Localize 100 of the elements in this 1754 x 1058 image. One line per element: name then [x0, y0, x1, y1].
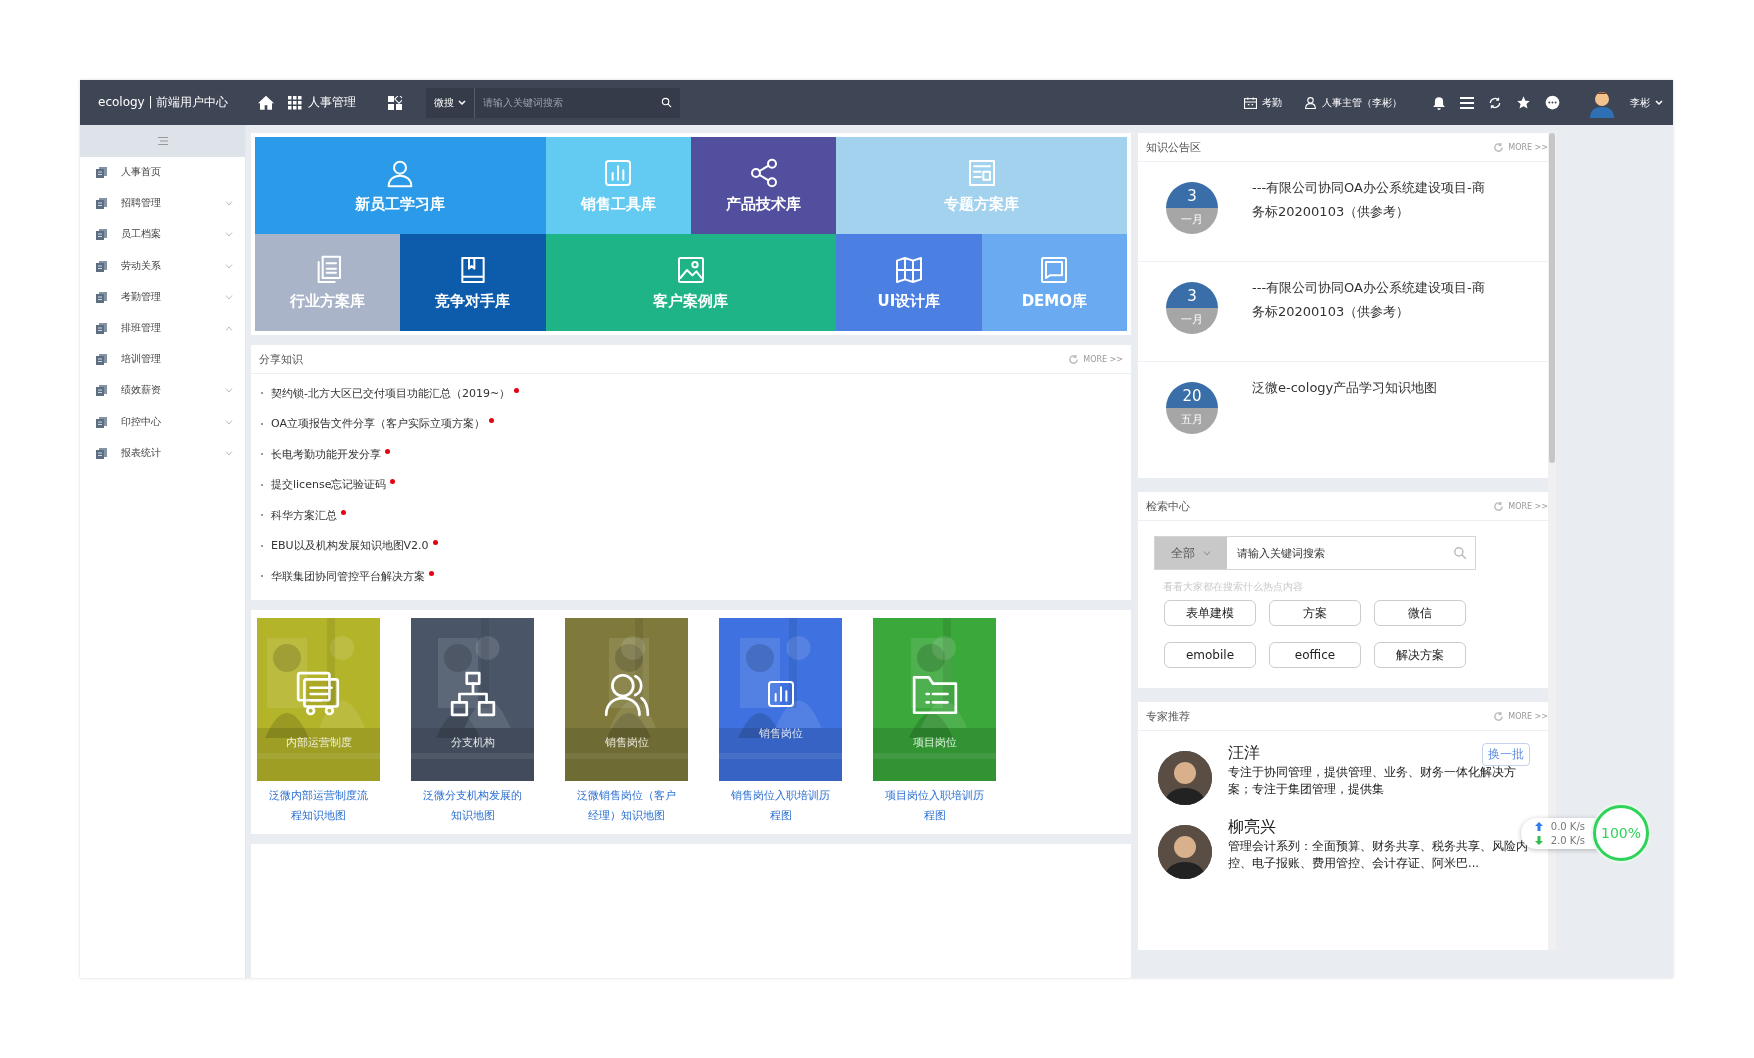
chevron-icon[interactable] [225, 294, 233, 300]
attendance-link[interactable]: 考勤 [1262, 95, 1282, 110]
apps-grid-icon[interactable] [288, 95, 303, 110]
upload-arrow-icon [1534, 821, 1543, 831]
document-icon [96, 354, 107, 366]
notice-link[interactable]: 泛微e-cology产品学习知识地图 [1252, 376, 1488, 441]
expert-name[interactable]: 汪洋 [1228, 743, 1260, 764]
knowledge-link[interactable]: 科华方案汇总 [271, 507, 337, 523]
document-icon [96, 198, 107, 210]
hot-search-tag[interactable]: 方案 [1269, 600, 1361, 626]
expert-name[interactable]: 柳亮兴 [1228, 817, 1276, 838]
search-bar[interactable]: 全部 请输入关键词搜索 [1154, 536, 1476, 570]
hot-search-tag[interactable]: 微信 [1374, 600, 1466, 626]
hot-search-tag[interactable]: 解决方案 [1374, 642, 1466, 668]
card-label: 销售岗位 [758, 725, 803, 741]
sidebar-item[interactable]: 排班管理 [80, 312, 245, 345]
upload-speed: 0.0 K/s [1550, 820, 1585, 832]
knowledge-link[interactable]: 契约锁-北方大区已交付项目功能汇总（2019~） [271, 385, 511, 401]
sidebar-item[interactable]: 考勤管理 [80, 281, 245, 313]
panel-title: 分享知识 [259, 351, 304, 367]
card-link[interactable]: 项目岗位入职培训历程图 [880, 785, 989, 826]
card-link[interactable]: 泛微销售岗位（客户经理）知识地图 [572, 785, 681, 826]
map-icon [893, 254, 925, 286]
scrollbar-thumb[interactable] [1549, 133, 1555, 463]
notice-link[interactable]: ---有限公司协同OA办公系统建设项目-商务标20200103（供参考） [1252, 176, 1488, 241]
chevron-icon[interactable] [225, 201, 233, 207]
star-icon[interactable] [1516, 95, 1531, 110]
notice-link[interactable]: ---有限公司协同OA办公系统建设项目-商务标20200103（供参考） [1252, 276, 1488, 341]
hot-search-tag[interactable]: emobile [1164, 642, 1256, 668]
search-scope-dropdown[interactable]: 微搜 [426, 87, 475, 118]
card-label: 项目岗位 [912, 734, 957, 750]
search-icon[interactable] [661, 97, 673, 108]
hot-search-tag[interactable]: 表单建模 [1164, 600, 1256, 626]
card-link[interactable]: 销售岗位入职培训历程图 [726, 785, 835, 826]
knowledge-map-card[interactable]: 项目岗位 [873, 617, 996, 781]
card-label: 分支机构 [450, 734, 495, 750]
role-label[interactable]: 人事主管（李彬） [1322, 95, 1402, 110]
scope-dropdown[interactable]: 全部 [1155, 537, 1227, 569]
menu-icon[interactable] [157, 137, 168, 145]
refresh-icon[interactable] [1068, 353, 1080, 365]
knowledge-link[interactable]: 提交license忘记验证码 [271, 477, 387, 493]
document-icon [96, 323, 107, 335]
expert-bio: 专注于协同管理，提供管理、业务、财务一体化解决方案；专注于集团管理，提供集 [1228, 764, 1517, 798]
card-link[interactable]: 泛微内部运营制度流程知识地图 [264, 785, 373, 826]
search-field[interactable]: 请输入关键词搜索 [474, 87, 662, 118]
user-icon[interactable] [1304, 96, 1317, 109]
chevron-icon[interactable] [225, 326, 233, 332]
avatar [1158, 825, 1212, 879]
chat-icon[interactable] [1545, 95, 1560, 110]
bell-icon[interactable] [1432, 95, 1446, 110]
document-icon [96, 385, 107, 397]
refresh-icon[interactable] [1493, 141, 1505, 153]
library-tile[interactable]: 产品技术库 [691, 137, 837, 234]
document-icon [96, 260, 107, 272]
knowledge-map-card[interactable]: 销售岗位 [565, 617, 688, 781]
avatar [1158, 751, 1212, 805]
panel-title: 检索中心 [1146, 498, 1191, 514]
library-tile[interactable]: UI设计库 [836, 234, 982, 331]
knowledge-link[interactable]: 华联集团协同管控平台解决方案 [271, 568, 425, 584]
module-name[interactable]: 人事管理 [308, 94, 357, 111]
download-speed: 2.0 K/s [1550, 834, 1585, 846]
refresh-icon[interactable] [1493, 710, 1505, 722]
document-icon [96, 447, 107, 459]
home-icon[interactable] [258, 95, 275, 110]
document-icon [96, 229, 107, 241]
library-tile[interactable]: 竞争对手库 [400, 234, 546, 331]
knowledge-map-card[interactable]: 销售岗位 [719, 617, 842, 781]
knowledge-link[interactable]: EBU以及机构发展知识地图V2.0 [271, 538, 429, 554]
chevron-icon[interactable] [225, 419, 233, 425]
sidebar-item[interactable]: 印控中心 [80, 406, 245, 438]
calendar-icon[interactable] [1244, 96, 1257, 109]
chevron-icon[interactable] [225, 263, 233, 269]
chevron-icon[interactable] [225, 388, 233, 394]
panel-title: 专家推荐 [1146, 708, 1191, 724]
document-icon [96, 291, 107, 303]
caret-icon[interactable] [1655, 99, 1663, 106]
sidebar-item[interactable]: 绩效薪资 [80, 375, 245, 407]
sidebar-item[interactable]: 人事首页 [80, 157, 245, 189]
chevron-icon[interactable] [225, 232, 233, 238]
image-icon [675, 254, 707, 286]
chevron-icon [1203, 550, 1211, 556]
refresh-icon[interactable] [1493, 500, 1505, 512]
card-link[interactable]: 泛微分支机构发展的知识地图 [418, 785, 527, 826]
knowledge-map-card[interactable]: 分支机构 [411, 617, 534, 781]
sidebar-item[interactable]: 员工档案 [80, 219, 245, 251]
knowledge-link[interactable]: OA立项报告文件分享（客户实际立项方案） [271, 416, 485, 432]
hot-search-tag[interactable]: eoffice [1269, 642, 1361, 668]
sidebar-item[interactable]: 劳动关系 [80, 250, 245, 282]
document-icon [96, 416, 107, 428]
knowledge-link[interactable]: 长电考勤功能开发分享 [271, 446, 381, 462]
refresh-batch-button[interactable]: 换一批 [1482, 743, 1530, 766]
sidebar-item[interactable]: 招聘管理 [80, 188, 245, 220]
list-icon[interactable] [1460, 96, 1474, 109]
download-arrow-icon [1534, 835, 1543, 845]
chevron-icon[interactable] [225, 450, 233, 456]
sidebar-item[interactable]: 报表统计 [80, 437, 245, 469]
sync-icon[interactable] [1488, 95, 1502, 110]
widgets-icon[interactable] [388, 95, 403, 110]
sidebar-item[interactable]: 培训管理 [80, 344, 245, 376]
user-name[interactable]: 李彬 [1630, 95, 1650, 110]
